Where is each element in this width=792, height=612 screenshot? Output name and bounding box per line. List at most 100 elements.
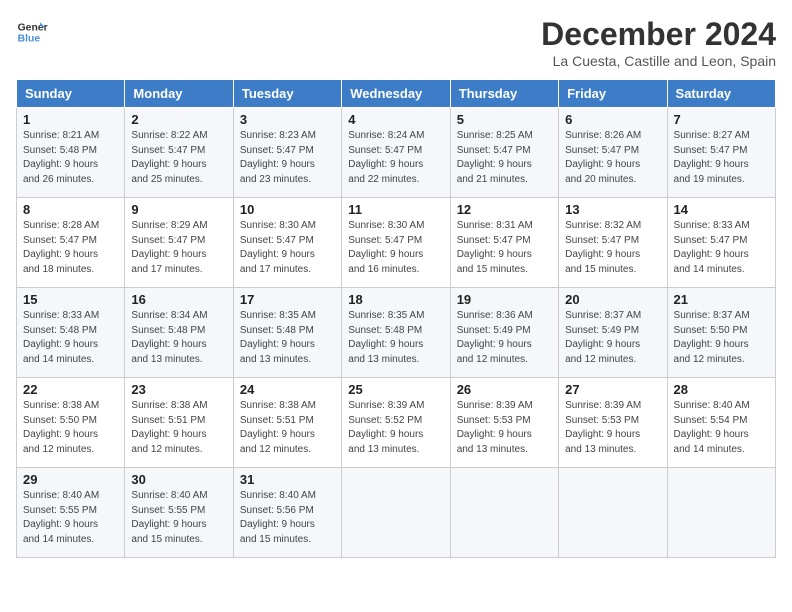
- calendar-cell: 14Sunrise: 8:33 AM Sunset: 5:47 PM Dayli…: [667, 198, 775, 288]
- day-info: Sunrise: 8:38 AM Sunset: 5:51 PM Dayligh…: [131, 399, 226, 457]
- calendar-cell: [559, 468, 667, 558]
- day-number: 25: [348, 382, 443, 397]
- day-number: 19: [457, 292, 552, 307]
- calendar-cell: 30 Sunrise: 8:40 AM Sunset: 5:55 PM Dayli…: [125, 468, 233, 558]
- svg-text:General: General: [18, 22, 48, 33]
- header-sunday: Sunday: [17, 80, 125, 108]
- calendar-cell: [450, 468, 558, 558]
- calendar-cell: 5 Sunrise: 8:25 AM Sunset: 5:47 PM Daylig…: [450, 108, 558, 198]
- week-row-1: 1 Sunrise: 8:21 AM Sunset: 5:48 PM Daylig…: [17, 108, 776, 198]
- day-info: Sunrise: 8:39 AM Sunset: 5:53 PM Dayligh…: [565, 399, 660, 457]
- header-friday: Friday: [559, 80, 667, 108]
- calendar-cell: 4Sunrise: 8:24 AM Sunset: 5:47 PM Daylig…: [342, 108, 450, 198]
- day-info: Sunrise: 8:40 AM Sunset: 5:55 PM Dayligh…: [23, 489, 118, 547]
- day-number: 16: [131, 292, 226, 307]
- day-number: 21: [674, 292, 769, 307]
- header-saturday: Saturday: [667, 80, 775, 108]
- calendar-table: SundayMondayTuesdayWednesdayThursdayFrid…: [16, 79, 776, 558]
- calendar-body: 1 Sunrise: 8:21 AM Sunset: 5:48 PM Daylig…: [17, 108, 776, 558]
- calendar-cell: 1 Sunrise: 8:21 AM Sunset: 5:48 PM Daylig…: [17, 108, 125, 198]
- calendar-cell: 27Sunrise: 8:39 AM Sunset: 5:53 PM Dayli…: [559, 378, 667, 468]
- calendar-cell: 16Sunrise: 8:34 AM Sunset: 5:48 PM Dayli…: [125, 288, 233, 378]
- calendar-cell: 17 Sunrise: 8:35 AM Sunset: 5:48 PM Dayli…: [233, 288, 341, 378]
- location: La Cuesta, Castille and Leon, Spain: [541, 53, 776, 69]
- title-block: December 2024 La Cuesta, Castille and Le…: [541, 16, 776, 69]
- day-info: Sunrise: 8:27 AM Sunset: 5:47 PM Dayligh…: [674, 129, 769, 187]
- header-wednesday: Wednesday: [342, 80, 450, 108]
- logo: General Blue: [16, 16, 48, 48]
- page-header: General Blue December 2024 La Cuesta, Ca…: [16, 16, 776, 69]
- day-number: 17: [240, 292, 335, 307]
- calendar-cell: 2 Sunrise: 8:22 AM Sunset: 5:47 PM Daylig…: [125, 108, 233, 198]
- calendar-cell: 6 Sunrise: 8:26 AM Sunset: 5:47 PM Daylig…: [559, 108, 667, 198]
- day-info: Sunrise: 8:35 AM Sunset: 5:48 PM Dayligh…: [240, 309, 335, 367]
- day-number: 6: [565, 112, 660, 127]
- day-info: Sunrise: 8:33 AM Sunset: 5:48 PM Dayligh…: [23, 309, 118, 367]
- day-info: Sunrise: 8:37 AM Sunset: 5:49 PM Dayligh…: [565, 309, 660, 367]
- day-number: 20: [565, 292, 660, 307]
- day-info: Sunrise: 8:37 AM Sunset: 5:50 PM Dayligh…: [674, 309, 769, 367]
- day-info: Sunrise: 8:30 AM Sunset: 5:47 PM Dayligh…: [240, 219, 335, 277]
- calendar-cell: 10 Sunrise: 8:30 AM Sunset: 5:47 PM Dayli…: [233, 198, 341, 288]
- month-title: December 2024: [541, 16, 776, 53]
- day-info: Sunrise: 8:22 AM Sunset: 5:47 PM Dayligh…: [131, 129, 226, 187]
- day-number: 2: [131, 112, 226, 127]
- day-info: Sunrise: 8:23 AM Sunset: 5:47 PM Dayligh…: [240, 129, 335, 187]
- day-number: 28: [674, 382, 769, 397]
- day-info: Sunrise: 8:36 AM Sunset: 5:49 PM Dayligh…: [457, 309, 552, 367]
- day-number: 7: [674, 112, 769, 127]
- calendar-header-row: SundayMondayTuesdayWednesdayThursdayFrid…: [17, 80, 776, 108]
- day-info: Sunrise: 8:39 AM Sunset: 5:53 PM Dayligh…: [457, 399, 552, 457]
- calendar-cell: 31Sunrise: 8:40 AM Sunset: 5:56 PM Dayli…: [233, 468, 341, 558]
- day-info: Sunrise: 8:31 AM Sunset: 5:47 PM Dayligh…: [457, 219, 552, 277]
- day-info: Sunrise: 8:32 AM Sunset: 5:47 PM Dayligh…: [565, 219, 660, 277]
- calendar-cell: 29 Sunrise: 8:40 AM Sunset: 5:55 PM Dayli…: [17, 468, 125, 558]
- day-info: Sunrise: 8:40 AM Sunset: 5:55 PM Dayligh…: [131, 489, 226, 547]
- day-info: Sunrise: 8:40 AM Sunset: 5:54 PM Dayligh…: [674, 399, 769, 457]
- day-number: 22: [23, 382, 118, 397]
- week-row-4: 22 Sunrise: 8:38 AM Sunset: 5:50 PM Dayli…: [17, 378, 776, 468]
- header-tuesday: Tuesday: [233, 80, 341, 108]
- calendar-cell: 24Sunrise: 8:38 AM Sunset: 5:51 PM Dayli…: [233, 378, 341, 468]
- day-info: Sunrise: 8:30 AM Sunset: 5:47 PM Dayligh…: [348, 219, 443, 277]
- calendar-cell: 23 Sunrise: 8:38 AM Sunset: 5:51 PM Dayli…: [125, 378, 233, 468]
- calendar-cell: 25 Sunrise: 8:39 AM Sunset: 5:52 PM Dayli…: [342, 378, 450, 468]
- day-info: Sunrise: 8:38 AM Sunset: 5:50 PM Dayligh…: [23, 399, 118, 457]
- day-info: Sunrise: 8:25 AM Sunset: 5:47 PM Dayligh…: [457, 129, 552, 187]
- day-info: Sunrise: 8:33 AM Sunset: 5:47 PM Dayligh…: [674, 219, 769, 277]
- day-number: 13: [565, 202, 660, 217]
- svg-text:Blue: Blue: [18, 34, 41, 45]
- calendar-cell: 8 Sunrise: 8:28 AM Sunset: 5:47 PM Daylig…: [17, 198, 125, 288]
- calendar-cell: 13 Sunrise: 8:32 AM Sunset: 5:47 PM Dayli…: [559, 198, 667, 288]
- day-number: 18: [348, 292, 443, 307]
- day-number: 8: [23, 202, 118, 217]
- day-number: 29: [23, 472, 118, 487]
- calendar-cell: 12Sunrise: 8:31 AM Sunset: 5:47 PM Dayli…: [450, 198, 558, 288]
- calendar-cell: 28 Sunrise: 8:40 AM Sunset: 5:54 PM Dayli…: [667, 378, 775, 468]
- calendar-cell: 9 Sunrise: 8:29 AM Sunset: 5:47 PM Daylig…: [125, 198, 233, 288]
- header-thursday: Thursday: [450, 80, 558, 108]
- day-number: 3: [240, 112, 335, 127]
- calendar-cell: 18Sunrise: 8:35 AM Sunset: 5:48 PM Dayli…: [342, 288, 450, 378]
- day-number: 24: [240, 382, 335, 397]
- week-row-2: 8 Sunrise: 8:28 AM Sunset: 5:47 PM Daylig…: [17, 198, 776, 288]
- day-info: Sunrise: 8:28 AM Sunset: 5:47 PM Dayligh…: [23, 219, 118, 277]
- day-number: 1: [23, 112, 118, 127]
- day-number: 4: [348, 112, 443, 127]
- day-info: Sunrise: 8:39 AM Sunset: 5:52 PM Dayligh…: [348, 399, 443, 457]
- calendar-cell: 20 Sunrise: 8:37 AM Sunset: 5:49 PM Dayli…: [559, 288, 667, 378]
- day-number: 23: [131, 382, 226, 397]
- week-row-5: 29 Sunrise: 8:40 AM Sunset: 5:55 PM Dayli…: [17, 468, 776, 558]
- calendar-cell: 26Sunrise: 8:39 AM Sunset: 5:53 PM Dayli…: [450, 378, 558, 468]
- week-row-3: 15Sunrise: 8:33 AM Sunset: 5:48 PM Dayli…: [17, 288, 776, 378]
- day-info: Sunrise: 8:29 AM Sunset: 5:47 PM Dayligh…: [131, 219, 226, 277]
- calendar-cell: 21 Sunrise: 8:37 AM Sunset: 5:50 PM Dayli…: [667, 288, 775, 378]
- calendar-cell: 3 Sunrise: 8:23 AM Sunset: 5:47 PM Daylig…: [233, 108, 341, 198]
- day-info: Sunrise: 8:40 AM Sunset: 5:56 PM Dayligh…: [240, 489, 335, 547]
- day-info: Sunrise: 8:26 AM Sunset: 5:47 PM Dayligh…: [565, 129, 660, 187]
- day-info: Sunrise: 8:21 AM Sunset: 5:48 PM Dayligh…: [23, 129, 118, 187]
- day-number: 9: [131, 202, 226, 217]
- day-number: 10: [240, 202, 335, 217]
- day-number: 30: [131, 472, 226, 487]
- day-number: 5: [457, 112, 552, 127]
